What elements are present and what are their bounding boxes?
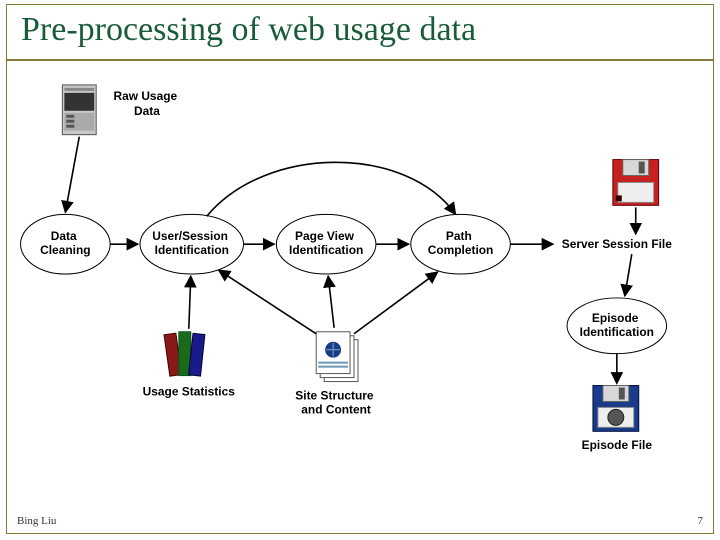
page-view-node: Page View Identification — [276, 214, 376, 274]
diagram-area: Raw Usage Data Data Cleaning User/Sessio… — [7, 65, 713, 503]
red-floppy-icon — [613, 160, 659, 206]
path-completion-node: Path Completion — [411, 214, 511, 274]
footer-author: Bing Liu — [17, 515, 56, 527]
episode-file-label: Episode File — [582, 438, 653, 452]
server-icon — [62, 85, 96, 135]
episode-identification-node: Episode Identification — [567, 298, 667, 354]
document-stack-icon — [316, 332, 358, 382]
slide-frame: Pre-processing of web usage data Raw Usa… — [6, 4, 714, 534]
footer-page: 7 — [698, 515, 704, 527]
svg-text:User/Session Identif: User/Session Identification — [152, 229, 231, 257]
data-cleaning-node: Data Cleaning — [21, 214, 111, 274]
server-session-file-label: Server Session File — [562, 237, 673, 251]
svg-text:Page View Identifica: Page View Identification — [289, 229, 363, 257]
user-session-node: User/Session Identification — [140, 214, 244, 274]
raw-usage-label: Raw Usage Data — [113, 89, 180, 118]
blue-floppy-icon — [593, 386, 639, 432]
usage-statistics-label: Usage Statistics — [143, 384, 236, 398]
site-structure-label: Site Structure and Content — [295, 388, 377, 416]
slide-title: Pre-processing of web usage data — [7, 5, 713, 61]
books-icon — [164, 332, 205, 376]
